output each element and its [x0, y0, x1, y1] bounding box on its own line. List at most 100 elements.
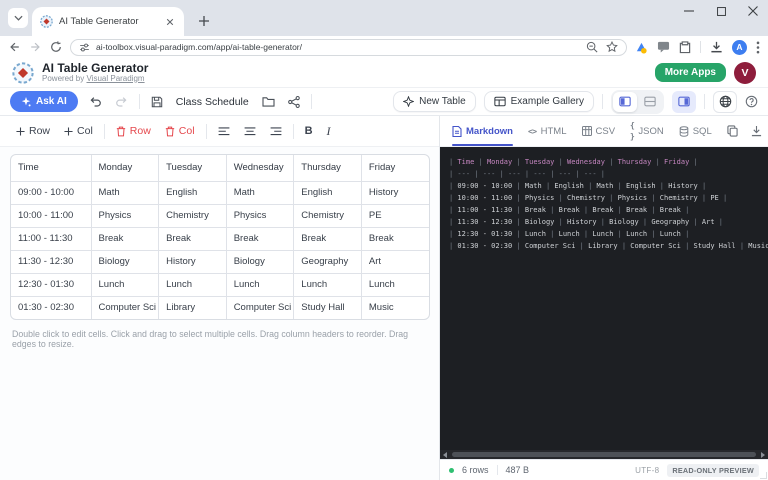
zoom-indicator-icon[interactable] — [586, 41, 598, 53]
table-cell[interactable]: History — [361, 181, 429, 204]
table-cell[interactable]: History — [159, 250, 227, 273]
new-table-button[interactable]: New Table — [393, 91, 476, 112]
align-left-button[interactable] — [215, 125, 233, 138]
align-right-button[interactable] — [267, 125, 285, 138]
table-cell[interactable]: Break — [361, 227, 429, 250]
table-name[interactable]: Class Schedule — [176, 96, 249, 108]
window-close-button[interactable] — [746, 4, 760, 18]
table-cell[interactable]: Biology — [91, 250, 159, 273]
table-cell[interactable]: 12:30 - 01:30 — [11, 273, 91, 296]
table-cell[interactable]: Chemistry — [294, 204, 362, 227]
example-gallery-button[interactable]: Example Gallery — [484, 91, 594, 112]
address-bar[interactable]: ai-toolbox.visual-paradigm.com/app/ai-ta… — [70, 39, 627, 56]
reload-button[interactable] — [50, 41, 62, 53]
forward-button[interactable] — [29, 41, 42, 53]
italic-button[interactable]: I — [324, 122, 334, 141]
table-cell[interactable]: 11:30 - 12:30 — [11, 250, 91, 273]
table-cell[interactable]: Library — [159, 296, 227, 319]
table-cell[interactable]: Math — [91, 181, 159, 204]
table-cell[interactable]: Lunch — [91, 273, 159, 296]
column-header[interactable]: Tuesday — [159, 155, 227, 181]
table-cell[interactable]: Break — [226, 227, 294, 250]
table-cell[interactable]: Computer Sci — [226, 296, 294, 319]
layout-split-horizontal-button[interactable] — [638, 92, 662, 112]
undo-button[interactable] — [87, 94, 104, 109]
redo-button[interactable] — [113, 94, 130, 109]
scrollbar-thumb[interactable] — [452, 452, 756, 457]
browser-tab[interactable]: AI Table Generator — [32, 7, 184, 36]
column-header[interactable]: Monday — [91, 155, 159, 181]
downloads-button[interactable] — [710, 41, 723, 54]
markdown-code[interactable]: | Time | Monday | Tuesday | Wednesday | … — [440, 147, 768, 450]
browser-menu-button[interactable] — [756, 41, 760, 54]
tab-close-icon[interactable] — [164, 16, 176, 28]
add-row-button[interactable]: Row — [13, 123, 53, 139]
column-header[interactable]: Friday — [361, 155, 429, 181]
bookmark-star-icon[interactable] — [606, 41, 618, 53]
table-cell[interactable]: PE — [361, 204, 429, 227]
bold-button[interactable]: B — [302, 123, 316, 139]
table-cell[interactable]: Lunch — [361, 273, 429, 296]
preview-tab-html[interactable]: <>HTML — [528, 116, 567, 146]
scroll-right-arrow-icon[interactable] — [761, 452, 765, 458]
browser-profile-avatar[interactable]: A — [732, 40, 747, 55]
tab-search-chevron-button[interactable] — [8, 8, 28, 28]
delete-row-button[interactable]: Row — [113, 123, 154, 139]
user-avatar[interactable]: V — [734, 62, 756, 84]
table-cell[interactable]: Biology — [226, 250, 294, 273]
column-header[interactable]: Wednesday — [226, 155, 294, 181]
visual-paradigm-link[interactable]: Visual Paradigm — [86, 74, 144, 83]
open-folder-button[interactable] — [260, 94, 277, 109]
window-minimize-button[interactable] — [682, 4, 696, 18]
table-cell[interactable]: Physics — [91, 204, 159, 227]
language-globe-button[interactable] — [713, 91, 737, 113]
layout-split-vertical-button[interactable] — [613, 92, 637, 112]
column-header[interactable]: Time — [11, 155, 91, 181]
window-maximize-button[interactable] — [714, 4, 728, 18]
extension-clipboard-icon[interactable] — [679, 41, 691, 54]
preview-tab-markdown[interactable]: Markdown — [452, 116, 513, 146]
table-cell[interactable]: Lunch — [294, 273, 362, 296]
copy-icon[interactable] — [727, 125, 738, 137]
table-cell[interactable]: Lunch — [159, 273, 227, 296]
table-cell[interactable]: Geography — [294, 250, 362, 273]
preview-panel-toggle-button[interactable] — [672, 91, 696, 113]
table-cell[interactable]: 10:00 - 11:00 — [11, 204, 91, 227]
back-button[interactable] — [8, 41, 21, 53]
table-cell[interactable]: 01:30 - 02:30 — [11, 296, 91, 319]
resize-handle[interactable] — [760, 472, 767, 479]
table-cell[interactable]: Break — [91, 227, 159, 250]
preview-tab-csv[interactable]: CSV — [582, 116, 616, 146]
new-tab-button[interactable] — [194, 11, 214, 31]
table-cell[interactable]: Music — [361, 296, 429, 319]
preview-tab-json[interactable]: { }JSON — [630, 116, 664, 146]
table-cell[interactable]: Chemistry — [159, 204, 227, 227]
table-cell[interactable]: Art — [361, 250, 429, 273]
table-cell[interactable]: Break — [159, 227, 227, 250]
table-cell[interactable]: Math — [226, 181, 294, 204]
table-cell[interactable]: Physics — [226, 204, 294, 227]
share-button[interactable] — [286, 94, 302, 110]
table-cell[interactable]: English — [294, 181, 362, 204]
table-cell[interactable]: Break — [294, 227, 362, 250]
table-cell[interactable]: Lunch — [226, 273, 294, 296]
delete-col-button[interactable]: Col — [162, 123, 198, 139]
table-cell[interactable]: Computer Sci — [91, 296, 159, 319]
preview-tab-sql[interactable]: SQL — [679, 116, 712, 146]
download-icon[interactable] — [751, 125, 762, 137]
scroll-left-arrow-icon[interactable] — [443, 452, 447, 458]
table-cell[interactable]: 11:00 - 11:30 — [11, 227, 91, 250]
column-header[interactable]: Thursday — [294, 155, 362, 181]
save-button[interactable] — [149, 94, 165, 110]
help-button[interactable] — [745, 95, 758, 108]
extension-chat-icon[interactable] — [657, 41, 670, 53]
align-center-button[interactable] — [241, 125, 259, 138]
add-col-button[interactable]: Col — [61, 123, 96, 139]
table-cell[interactable]: 09:00 - 10:00 — [11, 181, 91, 204]
horizontal-scrollbar[interactable] — [440, 450, 768, 459]
extension-drive-icon[interactable] — [635, 41, 648, 54]
table-cell[interactable]: Study Hall — [294, 296, 362, 319]
site-settings-icon[interactable] — [79, 42, 90, 53]
more-apps-button[interactable]: More Apps — [655, 63, 726, 82]
table-cell[interactable]: English — [159, 181, 227, 204]
